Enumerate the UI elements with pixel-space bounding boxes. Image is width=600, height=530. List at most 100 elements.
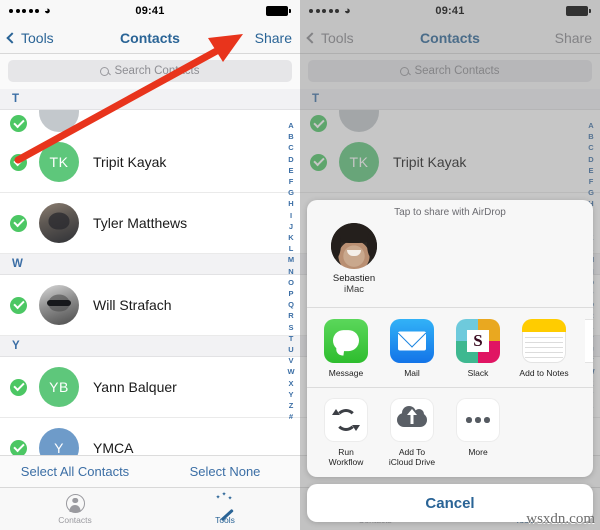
airdrop-target[interactable]: Sebastien iMac	[325, 223, 383, 299]
alpha-index-letter[interactable]: T	[289, 333, 294, 344]
dual-phone-stage: ◕ 09:41 Tools Contacts Share Search Cont…	[0, 0, 600, 530]
list-item[interactable]: Will Strafach	[0, 275, 300, 336]
share-app-message[interactable]: Message	[321, 319, 371, 378]
avatar: TK	[39, 142, 79, 182]
person-icon	[65, 493, 85, 513]
checkmark-icon[interactable]	[10, 378, 27, 396]
alpha-index-letter[interactable]: V	[288, 355, 293, 366]
airdrop-section: Sebastien iMac	[307, 221, 593, 307]
alpha-index-letter[interactable]: P	[288, 288, 293, 299]
action-run-workflow[interactable]: Run Workflow	[321, 398, 371, 467]
contact-name: Will Strafach	[93, 297, 172, 313]
mail-icon	[390, 319, 434, 363]
avatar	[39, 110, 79, 132]
app-label: Slack	[467, 368, 489, 378]
list-item[interactable]	[0, 110, 300, 132]
alpha-index-letter[interactable]: D	[288, 154, 293, 165]
app-label: In	[592, 368, 593, 378]
chevron-left-icon	[6, 31, 18, 44]
search-area: Search Contacts	[0, 54, 300, 89]
back-label: Tools	[21, 29, 54, 46]
contact-name: YMCA	[93, 440, 134, 456]
alpha-index-letter[interactable]: Q	[288, 299, 294, 310]
alpha-index-letter[interactable]: K	[288, 232, 293, 243]
avatar	[39, 285, 79, 325]
slack-icon: S	[456, 319, 500, 363]
action-label: More	[468, 447, 488, 457]
workflow-icon	[324, 398, 368, 442]
nav-bar: Tools Contacts Share	[0, 22, 300, 54]
checkmark-icon[interactable]	[10, 439, 27, 457]
alpha-index-letter[interactable]: H	[288, 198, 293, 209]
status-clock: 09:41	[135, 5, 165, 17]
phone-left: ◕ 09:41 Tools Contacts Share Search Cont…	[0, 0, 300, 530]
watermark: wsxdn.com	[526, 511, 595, 527]
action-label: Add To iCloud Drive	[388, 447, 436, 467]
airdrop-device: iMac	[343, 284, 365, 295]
section-header-t: T	[0, 89, 300, 110]
action-more[interactable]: More	[453, 398, 503, 457]
section-header-y: Y	[0, 336, 300, 357]
icloud-upload-icon	[390, 398, 434, 442]
alpha-index-letter[interactable]: R	[288, 310, 293, 321]
alpha-index-letter[interactable]: A	[288, 120, 293, 131]
alpha-index-letter[interactable]: N	[288, 266, 293, 277]
checkmark-icon[interactable]	[10, 214, 27, 232]
list-item[interactable]: YB Yann Balquer	[0, 357, 300, 418]
alpha-index-letter[interactable]: Z	[289, 400, 294, 411]
airdrop-header: Tap to share with AirDrop	[394, 207, 506, 218]
avatar	[39, 203, 79, 243]
alpha-index[interactable]: ABCDEFGHIJKLMNOPQRSTUVWXYZ#	[285, 120, 297, 422]
alpha-index-letter[interactable]: E	[288, 165, 293, 176]
share-app-notes[interactable]: Add to Notes	[519, 319, 569, 378]
checkmark-icon[interactable]	[10, 296, 27, 314]
magic-wand-icon: ✦ ✦ ✦	[216, 492, 235, 522]
alpha-index-letter[interactable]: F	[289, 176, 294, 187]
alpha-index-letter[interactable]: Y	[288, 389, 293, 400]
profile-photo	[331, 223, 377, 269]
alpha-index-letter[interactable]: U	[288, 344, 293, 355]
action-label: Run Workflow	[328, 447, 364, 467]
alpha-index-letter[interactable]: #	[289, 411, 293, 422]
alpha-index-letter[interactable]: O	[288, 277, 294, 288]
message-icon	[324, 319, 368, 363]
checkmark-icon[interactable]	[10, 115, 27, 132]
alpha-index-letter[interactable]: L	[289, 243, 294, 254]
contact-name: Yann Balquer	[93, 379, 177, 395]
share-app-slack[interactable]: S Slack	[453, 319, 503, 378]
alpha-index-letter[interactable]: W	[287, 366, 294, 377]
contact-name: Tripit Kayak	[93, 154, 167, 170]
select-none-button[interactable]: Select None	[150, 464, 300, 479]
more-dots-icon	[456, 398, 500, 442]
app-label: Add to Notes	[519, 368, 569, 378]
checkmark-icon[interactable]	[10, 153, 27, 171]
share-button[interactable]: Share	[255, 30, 292, 46]
list-item[interactable]: Tyler Matthews	[0, 193, 300, 254]
status-bar: ◕ 09:41	[0, 0, 300, 22]
share-app-mail[interactable]: Mail	[387, 319, 437, 378]
select-all-button[interactable]: Select All Contacts	[0, 464, 150, 479]
back-button[interactable]: Tools	[6, 29, 54, 46]
selection-bar: Select All Contacts Select None	[0, 455, 300, 487]
alpha-index-letter[interactable]: J	[289, 221, 293, 232]
alpha-index-letter[interactable]: M	[288, 254, 294, 265]
notes-icon	[522, 319, 566, 363]
avatar: YB	[39, 367, 79, 407]
search-input[interactable]: Search Contacts	[8, 60, 292, 82]
share-app-cutoff[interactable]: In	[585, 319, 593, 378]
app-label: Message	[328, 368, 364, 378]
tab-tools[interactable]: ✦ ✦ ✦ Tools	[150, 492, 300, 525]
alpha-index-letter[interactable]: S	[288, 322, 293, 333]
alpha-index-letter[interactable]: X	[288, 378, 293, 389]
tab-contacts[interactable]: Contacts	[0, 493, 150, 525]
contact-name: Tyler Matthews	[93, 215, 188, 231]
alpha-index-letter[interactable]: G	[288, 187, 294, 198]
section-header-w: W	[0, 254, 300, 275]
list-item[interactable]: TK Tripit Kayak	[0, 132, 300, 193]
action-add-icloud-drive[interactable]: Add To iCloud Drive	[387, 398, 437, 467]
alpha-index-letter[interactable]: I	[290, 210, 292, 221]
alpha-index-letter[interactable]: B	[288, 131, 293, 142]
search-placeholder: Search Contacts	[114, 65, 200, 77]
alpha-index-letter[interactable]: C	[288, 142, 293, 153]
tab-label: Contacts	[58, 514, 92, 525]
